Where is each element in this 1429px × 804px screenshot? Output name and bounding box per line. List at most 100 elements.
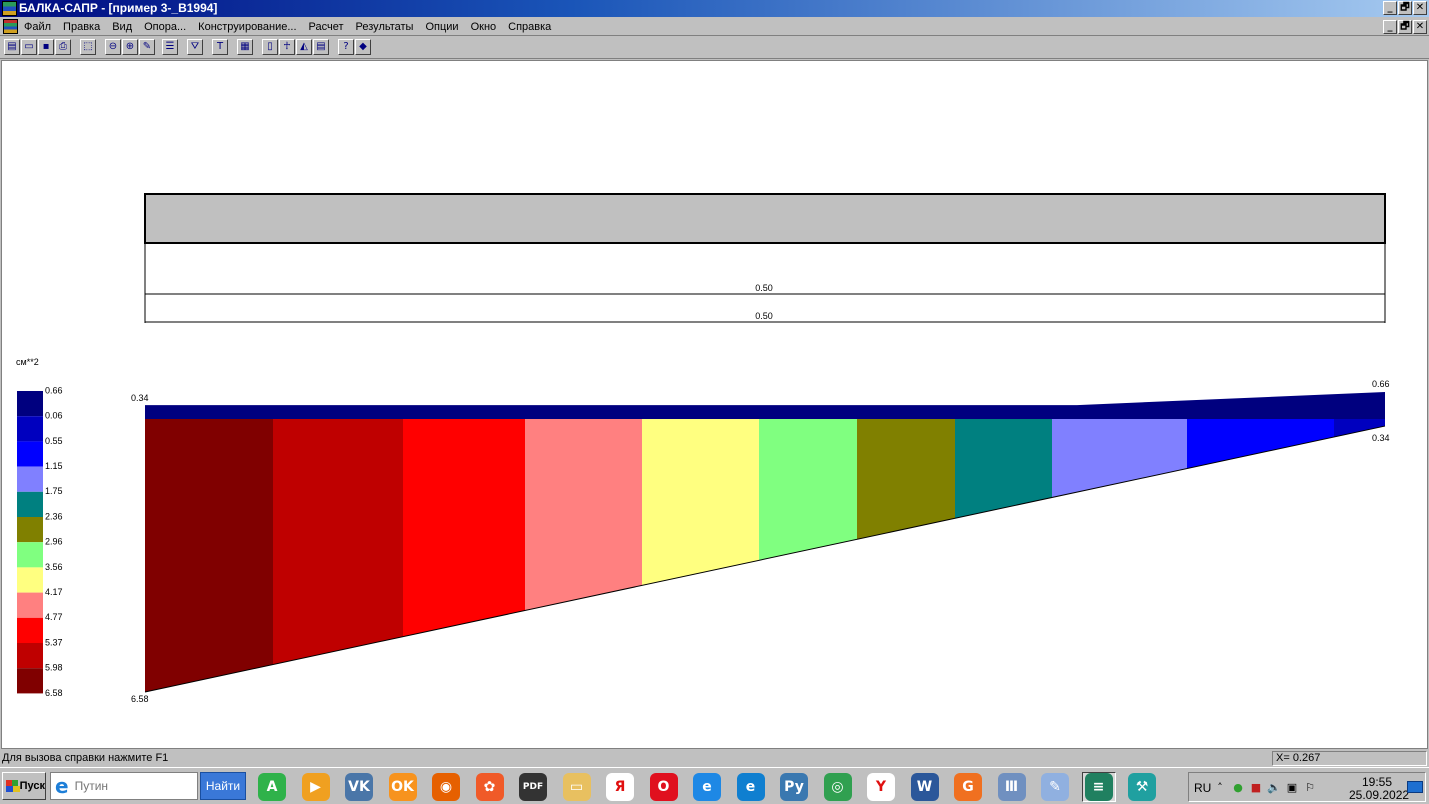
diagram-segment [759,419,857,561]
section-icon[interactable]: T [212,39,228,55]
menu-calculation[interactable]: Расчет [303,19,350,34]
search-input[interactable] [74,779,175,793]
yandex-browser-icon[interactable]: Y [864,772,898,802]
zoom-in-icon[interactable]: ⊕ [122,39,138,55]
tray-expand-icon[interactable]: ˄ [1213,781,1227,795]
legend-unit: см**2 [16,357,39,367]
doc-minimize-button[interactable]: _ [1383,20,1397,34]
search-button[interactable]: Найти [200,772,246,800]
legend-swatch [17,668,43,694]
pdf-tool-icon[interactable]: PDF [516,772,550,802]
beam-drawing[interactable]: 0.50 0.50 см**2 0.66 0.06 0.55 1.15 1.75 2.36… [2,61,1427,748]
media-icon[interactable]: ✿ [473,772,507,802]
dimension-label-upper: 0.50 [755,283,773,293]
legend-swatch [17,567,43,593]
book-icon[interactable]: ◆ [355,39,371,55]
clock-date[interactable]: 25.09.2022 [1349,788,1409,802]
pdf-icon[interactable]: G [951,772,985,802]
legend-swatch [17,542,43,568]
menu-results[interactable]: Результаты [350,19,420,34]
menu-support[interactable]: Опора... [138,19,192,34]
firefox-icon[interactable]: ◉ [429,772,463,802]
document-icon[interactable] [3,19,18,34]
align-icon[interactable]: ☰ [162,39,178,55]
start-button[interactable]: Пуск [2,772,46,800]
language-indicator[interactable]: RU [1194,781,1211,795]
alice-icon[interactable]: A [255,772,289,802]
pdf-icon-glyph: G [954,773,982,801]
ionic-icon[interactable]: Ⅲ [995,772,1029,802]
yandex-icon[interactable]: Я [603,772,637,802]
legend-swatch [17,416,43,442]
save-icon[interactable]: ▪ [38,39,54,55]
balka-icon[interactable]: ≡ [1081,772,1116,802]
legend-swatch [17,643,43,669]
cad-icon[interactable]: ⚒ [1125,772,1159,802]
menu-help[interactable]: Справка [502,19,557,34]
search-box[interactable]: e [50,772,198,800]
phone-icon[interactable]: ▯ [262,39,278,55]
menu-design[interactable]: Конструирование... [192,19,302,34]
table-icon[interactable]: ▦ [237,39,253,55]
opera-icon[interactable]: O [647,772,681,802]
ie-icon[interactable]: e [690,772,724,802]
print-icon[interactable]: ⎙ [55,39,71,55]
word-icon[interactable]: W [908,772,942,802]
cad-icon-glyph: ⚒ [1128,773,1156,801]
network-icon[interactable]: ▣ [1285,781,1299,795]
player-icon[interactable]: ▶ [299,772,333,802]
report-icon[interactable]: ▤ [313,39,329,55]
dimension-label-lower: 0.50 [755,311,773,321]
minimize-button[interactable]: _ [1383,1,1397,15]
doc-close-button[interactable]: ✕ [1413,20,1427,34]
alice-icon-glyph: A [258,773,286,801]
beam-rect[interactable] [144,193,1386,244]
toolbar: ▤ ▭ ▪ ⎙ ⬚ ⊖ ⊕ ✎ ☰ ⛛ T ▦ ▯ ☥ ◭ ▤ ? ◆ [0,37,1429,59]
app-icon[interactable] [2,1,17,16]
help-icon[interactable]: ? [338,39,354,55]
restore-button[interactable]: 🗗 [1398,1,1412,15]
person-icon[interactable]: ☥ [279,39,295,55]
legend-label: 2.96 [45,537,63,547]
flag-icon[interactable]: ⚐ [1303,781,1317,795]
ie-search-icon: e [55,774,69,798]
edge-icon-glyph: e [736,773,765,801]
paint-icon[interactable]: ✎ [1038,772,1072,802]
notification-icon[interactable] [1407,781,1423,793]
clock-time[interactable]: 19:55 [1362,775,1392,789]
legend-swatch [17,517,43,543]
legend-label: 4.17 [45,587,63,597]
volume-icon[interactable]: 🔈 [1267,781,1281,795]
select-rect-icon[interactable]: ⬚ [80,39,96,55]
filter-icon[interactable]: ⛛ [187,39,203,55]
doc-restore-button[interactable]: 🗗 [1398,20,1412,34]
close-button[interactable]: ✕ [1413,1,1427,15]
diagram-segment [273,419,403,665]
menu-window[interactable]: Окно [465,19,503,34]
legend-label: 3.56 [45,562,63,572]
firefox-icon-glyph: ◉ [432,773,460,801]
menu-view[interactable]: Вид [106,19,138,34]
menu-bar: Файл Правка Вид Опора... Конструирование… [0,17,1429,36]
menu-edit[interactable]: Правка [57,19,106,34]
yandex-icon-glyph: Я [606,773,634,801]
menu-file[interactable]: Файл [24,19,57,34]
folder-icon[interactable]: ▭ [560,772,594,802]
tray-app-icon[interactable]: ● [1231,781,1245,795]
python-icon[interactable]: Py [777,772,811,802]
opera-icon-glyph: O [649,773,678,801]
status-help-text: Для вызова справки нажмите F1 [2,752,169,764]
folder-icon-glyph: ▭ [562,773,591,801]
edge-icon[interactable]: e [734,772,768,802]
odnoklassniki-icon[interactable]: OK [386,772,420,802]
tray-security-icon[interactable]: ■ [1249,781,1263,795]
chrome-icon[interactable]: ◎ [821,772,855,802]
menu-options[interactable]: Опции [419,19,464,34]
drawing-canvas[interactable]: 0.50 0.50 см**2 0.66 0.06 0.55 1.15 1.75 2.36… [1,60,1428,749]
new-file-icon[interactable]: ▤ [4,39,20,55]
chart-icon[interactable]: ◭ [296,39,312,55]
open-folder-icon[interactable]: ▭ [21,39,37,55]
vk-icon[interactable]: VK [342,772,376,802]
pencil-icon[interactable]: ✎ [139,39,155,55]
zoom-out-icon[interactable]: ⊖ [105,39,121,55]
